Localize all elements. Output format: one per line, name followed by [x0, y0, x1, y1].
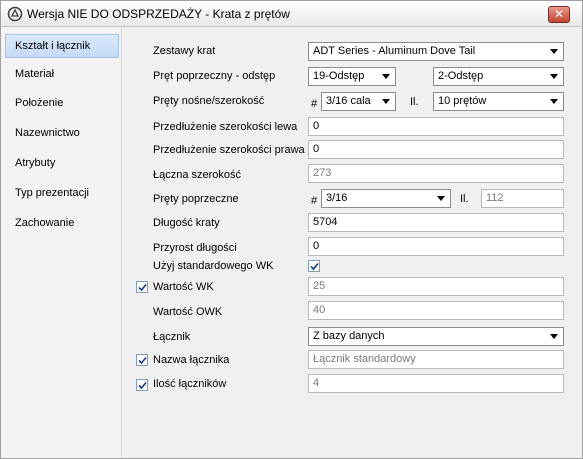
total-width-input: 273: [308, 164, 564, 183]
crossbar-spacing-value-2: 2-Odstęp: [438, 70, 484, 82]
sidebar-item-position[interactable]: Położenie: [5, 91, 119, 115]
use-standard-wk-checkbox[interactable]: [308, 260, 320, 272]
connector-count-checkbox[interactable]: [136, 379, 148, 391]
checkmark-icon: [138, 381, 147, 390]
checkmark-icon: [138, 283, 147, 292]
extension-left-label: Przedłużenie szerokości lewa: [153, 121, 298, 133]
chevron-down-icon: [550, 99, 558, 104]
sidebar-item-shape[interactable]: Kształt i łącznik: [5, 34, 119, 58]
sidebar-item-presentation[interactable]: Typ prezentacji: [5, 181, 119, 205]
bearing-bars-count-select[interactable]: 10 prętów: [433, 92, 564, 111]
bearing-bars-count-label: Il.: [410, 96, 419, 108]
sidebar-item-attributes[interactable]: Atrybuty: [5, 151, 119, 175]
chevron-down-icon: [382, 74, 390, 79]
owk-value-input: 40: [308, 301, 564, 320]
extension-right-input[interactable]: 0: [308, 140, 564, 159]
chevron-down-icon: [550, 74, 558, 79]
chevron-down-icon: [550, 49, 558, 54]
crossbar-spacing-select-1[interactable]: 19-Odstęp: [308, 67, 396, 86]
connector-name-input: Łącznik standardowy: [308, 350, 564, 369]
form-panel: Zestawy krat ADT Series - Aluminum Dove …: [123, 28, 582, 458]
crossbar-spacing-value-1: 19-Odstęp: [313, 70, 365, 82]
sidebar-item-material[interactable]: Materiał: [5, 62, 119, 86]
window-title: Wersja NIE DO ODSPRZEDAŻY - Krata z pręt…: [27, 7, 290, 21]
total-width-label: Łączna szerokość: [153, 169, 242, 181]
bearing-bars-count-value: 10 prętów: [438, 95, 487, 107]
crossbar-spacing-label: Pręt poprzeczny - odstęp: [153, 70, 276, 82]
chevron-down-icon: [382, 99, 390, 104]
close-button[interactable]: ✕: [548, 6, 570, 23]
checkmark-icon: [310, 262, 319, 271]
bearing-bars-hash: #: [311, 98, 318, 110]
crossbars-count-input: 112: [481, 189, 564, 208]
owk-value-label: Wartość OWK: [153, 306, 223, 318]
wk-value-checkbox[interactable]: [136, 281, 148, 293]
crossbar-spacing-select-2[interactable]: 2-Odstęp: [433, 67, 564, 86]
bearing-bars-size-value: 3/16 cala: [326, 95, 371, 107]
title-bar[interactable]: Wersja NIE DO ODSPRZEDAŻY - Krata z pręt…: [1, 1, 582, 27]
length-increment-label: Przyrost długości: [153, 242, 237, 254]
crossbars-count-label: Il.: [460, 193, 469, 205]
crossbars-size-select[interactable]: 3/16: [321, 189, 451, 208]
grating-length-input[interactable]: 5704: [308, 213, 564, 232]
sidebar-item-behavior[interactable]: Zachowanie: [5, 211, 119, 235]
wk-value-input: 25: [308, 277, 564, 296]
crossbars-size-value: 3/16: [326, 192, 348, 204]
sidebar: Kształt i łącznik Materiał Położenie Naz…: [1, 28, 122, 458]
connector-label: Łącznik: [153, 331, 191, 343]
bearing-bars-label: Pręty nośne/szerokość: [153, 95, 265, 107]
grating-sets-select[interactable]: ADT Series - Aluminum Dove Tail: [308, 42, 564, 61]
connector-name-checkbox[interactable]: [136, 354, 148, 366]
dialog-window: Wersja NIE DO ODSPRZEDAŻY - Krata z pręt…: [0, 0, 583, 459]
connector-count-input: 4: [308, 374, 564, 393]
bearing-bars-size-select[interactable]: 3/16 cala: [321, 92, 396, 111]
crossbars-hash: #: [311, 195, 318, 207]
connector-count-label: Ilość łączników: [153, 378, 227, 390]
connector-value: Z bazy danych: [313, 330, 385, 342]
grating-sets-value: ADT Series - Aluminum Dove Tail: [313, 45, 476, 57]
chevron-down-icon: [437, 196, 445, 201]
connector-name-label: Nazwa łącznika: [153, 354, 230, 366]
app-logo-icon: [7, 6, 23, 22]
sidebar-item-naming[interactable]: Nazewnictwo: [5, 121, 119, 145]
connector-select[interactable]: Z bazy danych: [308, 327, 564, 346]
wk-value-label: Wartość WK: [153, 281, 214, 293]
use-standard-wk-label: Użyj standardowego WK: [153, 260, 274, 272]
chevron-down-icon: [550, 334, 558, 339]
extension-left-input[interactable]: 0: [308, 117, 564, 136]
extension-right-label: Przedłużenie szerokości prawa: [153, 144, 305, 156]
checkmark-icon: [138, 356, 147, 365]
grating-sets-label: Zestawy krat: [153, 45, 216, 57]
crossbars-label: Pręty poprzeczne: [153, 193, 239, 205]
length-increment-input[interactable]: 0: [308, 237, 564, 256]
close-icon: ✕: [553, 7, 565, 21]
grating-length-label: Długość kraty: [153, 217, 220, 229]
